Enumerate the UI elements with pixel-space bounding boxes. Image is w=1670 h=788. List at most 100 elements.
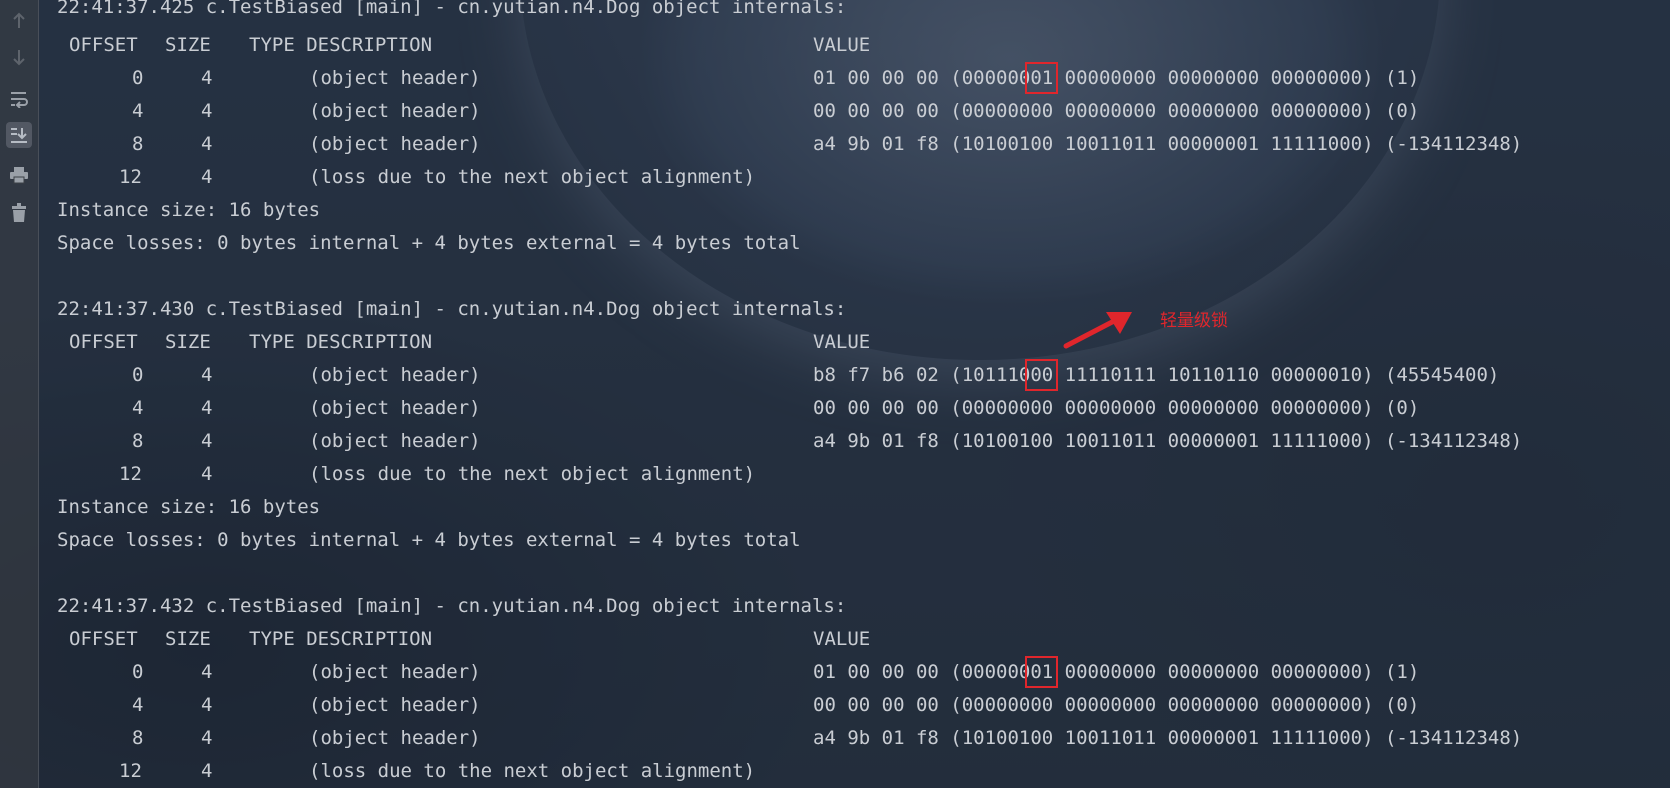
value-header: VALUE <box>813 34 871 56</box>
row-value: 00 00 00 00 (00000000 00000000 00000000 … <box>813 100 1420 122</box>
lock-bits-highlight: 00 <box>1025 359 1059 391</box>
row-value: 00 00 00 00 (00000000 00000000 00000000 … <box>813 397 1420 419</box>
row-description: (object header) <box>309 364 481 386</box>
lightweight-lock-label: 轻量级锁 <box>1160 311 1228 331</box>
soft-wrap-icon[interactable] <box>6 86 32 112</box>
value-header: VALUE <box>813 331 871 353</box>
type-description-header: TYPE DESCRIPTION <box>249 331 433 353</box>
row-description: (object header) <box>309 661 481 683</box>
space-losses-line: Space losses: 0 bytes internal + 4 bytes… <box>57 528 1647 561</box>
type-description-header: TYPE DESCRIPTION <box>249 34 433 56</box>
scroll-to-end-icon[interactable] <box>6 122 32 148</box>
table-header-row: OFFSET SIZE TYPE DESCRIPTION VALUE <box>57 33 1647 66</box>
offset-header: OFFSET <box>69 34 138 56</box>
console-side-toolbar <box>0 0 39 788</box>
type-description-header: TYPE DESCRIPTION <box>249 628 433 650</box>
row-offset: 8 <box>132 727 144 749</box>
row-size: 4 <box>201 430 213 452</box>
row-size: 4 <box>201 100 213 122</box>
table-row: 8 4 (object header) a4 9b 01 f8 (1010010… <box>57 429 1647 462</box>
row-value-suffix: 00000000 00000000 00000000) (1) <box>1053 67 1420 89</box>
row-offset: 12 <box>119 463 142 485</box>
instance-size: Instance size: 16 bytes <box>57 496 321 518</box>
row-value: a4 9b 01 f8 (10100100 10011011 00000001 … <box>813 727 1523 749</box>
row-description: (loss due to the next object alignment) <box>309 166 756 188</box>
table-row: 0 4 (object header) 01 00 00 00 (0000000… <box>57 656 1647 693</box>
instance-size: Instance size: 16 bytes <box>57 199 321 221</box>
row-offset: 8 <box>132 133 144 155</box>
row-size: 4 <box>201 133 213 155</box>
row-size: 4 <box>201 166 213 188</box>
row-description: (object header) <box>309 67 481 89</box>
lock-bits-highlight: 01 <box>1025 656 1059 688</box>
console-output: 22:41:37.425 c.TestBiased [main] - cn.yu… <box>57 0 1647 788</box>
row-size: 4 <box>201 397 213 419</box>
row-description: (object header) <box>309 397 481 419</box>
down-arrow-icon[interactable] <box>6 44 32 70</box>
row-size: 4 <box>201 463 213 485</box>
row-value-suffix: 00000000 00000000 00000000) (1) <box>1053 661 1420 683</box>
table-row: 4 4 (object header) 00 00 00 00 (0000000… <box>57 99 1647 132</box>
row-offset: 0 <box>132 661 144 683</box>
space-losses: Space losses: 0 bytes internal + 4 bytes… <box>57 529 801 551</box>
table-header-row: OFFSET SIZE TYPE DESCRIPTION VALUE <box>57 330 1647 363</box>
table-row: 4 4 (object header) 00 00 00 00 (0000000… <box>57 693 1647 726</box>
table-row: 0 4 (object header) b8 f7 b6 02 (1011100… <box>57 359 1647 396</box>
table-header-row: OFFSET SIZE TYPE DESCRIPTION VALUE <box>57 627 1647 660</box>
table-row: 12 4 (loss due to the next object alignm… <box>57 462 1647 495</box>
size-header: SIZE <box>165 331 211 353</box>
table-row: 8 4 (object header) a4 9b 01 f8 (1010010… <box>57 726 1647 759</box>
table-row: 12 4 (loss due to the next object alignm… <box>57 759 1647 788</box>
row-size: 4 <box>201 727 213 749</box>
log-title: 22:41:37.425 c.TestBiased [main] - cn.yu… <box>57 0 847 18</box>
table-row: 12 4 (loss due to the next object alignm… <box>57 165 1647 198</box>
row-size: 4 <box>201 67 213 89</box>
print-icon[interactable] <box>6 162 32 188</box>
row-value: 01 00 00 00 (00000001 00000000 00000000 … <box>813 62 1420 94</box>
offset-header: OFFSET <box>69 331 138 353</box>
row-description: (object header) <box>309 727 481 749</box>
row-description: (loss due to the next object alignment) <box>309 463 756 485</box>
row-value: 00 00 00 00 (00000000 00000000 00000000 … <box>813 694 1420 716</box>
table-row: 4 4 (object header) 00 00 00 00 (0000000… <box>57 396 1647 429</box>
row-value: b8 f7 b6 02 (10111000 11110111 10110110 … <box>813 359 1500 391</box>
row-offset: 4 <box>132 397 144 419</box>
row-offset: 4 <box>132 694 144 716</box>
size-header: SIZE <box>165 628 211 650</box>
row-value-prefix: b8 f7 b6 02 (101110 <box>813 364 1031 386</box>
row-offset: 0 <box>132 364 144 386</box>
row-offset: 12 <box>119 166 142 188</box>
row-offset: 8 <box>132 430 144 452</box>
row-size: 4 <box>201 694 213 716</box>
lock-bits-highlight: 01 <box>1025 62 1059 94</box>
row-value-prefix: 01 00 00 00 (000000 <box>813 661 1031 683</box>
row-value: 01 00 00 00 (00000001 00000000 00000000 … <box>813 656 1420 688</box>
row-description: (loss due to the next object alignment) <box>309 760 756 782</box>
space-losses: Space losses: 0 bytes internal + 4 bytes… <box>57 232 801 254</box>
row-value-suffix: 11110111 10110110 00000010) (45545400) <box>1053 364 1500 386</box>
table-row: 8 4 (object header) a4 9b 01 f8 (1010010… <box>57 132 1647 165</box>
size-header: SIZE <box>165 34 211 56</box>
row-value-prefix: 01 00 00 00 (000000 <box>813 67 1031 89</box>
offset-header: OFFSET <box>69 628 138 650</box>
log-title-line: 22:41:37.432 c.TestBiased [main] - cn.yu… <box>57 594 1647 627</box>
row-value: a4 9b 01 f8 (10100100 10011011 00000001 … <box>813 430 1523 452</box>
value-header: VALUE <box>813 628 871 650</box>
trash-icon[interactable] <box>6 200 32 226</box>
log-title: 22:41:37.432 c.TestBiased [main] - cn.yu… <box>57 595 847 617</box>
row-description: (object header) <box>309 694 481 716</box>
row-description: (object header) <box>309 133 481 155</box>
row-description: (object header) <box>309 100 481 122</box>
row-value: a4 9b 01 f8 (10100100 10011011 00000001 … <box>813 133 1523 155</box>
row-offset: 0 <box>132 67 144 89</box>
row-size: 4 <box>201 661 213 683</box>
log-title-line: 22:41:37.430 c.TestBiased [main] - cn.yu… <box>57 297 1647 330</box>
up-arrow-icon[interactable] <box>6 8 32 34</box>
instance-size-line: Instance size: 16 bytes <box>57 495 1647 528</box>
row-size: 4 <box>201 760 213 782</box>
space-losses-line: Space losses: 0 bytes internal + 4 bytes… <box>57 231 1647 264</box>
log-title: 22:41:37.430 c.TestBiased [main] - cn.yu… <box>57 298 847 320</box>
log-title-line: 22:41:37.425 c.TestBiased [main] - cn.yu… <box>57 0 1647 28</box>
